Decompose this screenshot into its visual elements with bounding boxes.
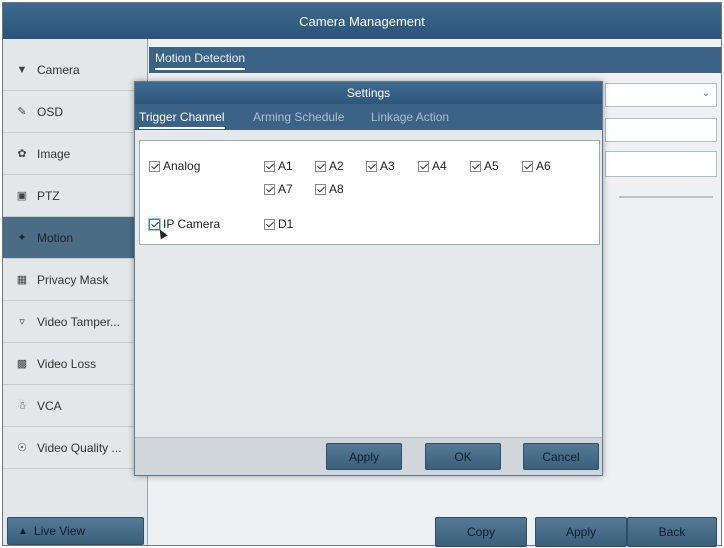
dialog-cancel-button[interactable]: Cancel [523,443,599,470]
channel-a8-checkbox[interactable]: A8 [315,182,344,196]
slider-track [619,196,713,198]
checkbox-label: A6 [536,159,551,173]
video-loss-icon: ▩ [16,358,28,370]
tab-arming-schedule[interactable]: Arming Schedule [253,110,344,124]
channel-a6-checkbox[interactable]: A6 [522,159,551,173]
sidebar-item-ptz[interactable]: ▣ PTZ [3,175,148,217]
copy-button[interactable]: Copy [435,517,527,547]
checkbox-box [148,217,161,231]
sidebar-item-video-tamper[interactable]: ▿ Video Tamper... [3,301,148,343]
video-quality-icon: ☉ [17,442,27,454]
ptz-icon: ▣ [16,190,28,202]
sidebar-item-camera[interactable]: ▼ Camera [3,49,148,91]
channel-a7-checkbox[interactable]: A7 [264,182,293,196]
channel-a2-checkbox[interactable]: A2 [315,159,344,173]
apply-button-label: Apply [565,525,597,539]
channel-a5-checkbox[interactable]: A5 [470,159,499,173]
sidebar-item-label: Image [37,146,71,161]
back-button[interactable]: Back [627,517,717,547]
tab-trigger-channel[interactable]: Trigger Channel [139,110,225,129]
checkbox-label: A8 [329,182,344,196]
window-title: Camera Management [299,13,425,29]
checkbox-label: A1 [278,159,293,173]
chevron-down-icon: ⌄ [701,88,710,99]
sidebar-item-privacy-mask[interactable]: ▦ Privacy Mask [3,259,148,301]
channel-d1-checkbox[interactable]: D1 [264,217,293,231]
apply-button[interactable]: Apply [535,517,627,547]
motion-icon: ✦ [17,232,27,244]
sidebar-item-label: VCA [37,398,62,413]
sidebar-item-label: Video Tamper... [37,314,120,329]
checkbox-box [470,160,481,172]
checkbox-box [264,183,275,195]
channel-a4-checkbox[interactable]: A4 [418,159,447,173]
camera-icon: ▼ [16,63,28,76]
sidebar-item-label: Video Quality ... [37,440,122,455]
checkbox-box [264,218,275,230]
tab-motion-detection[interactable]: Motion Detection [155,51,246,70]
tab-linkage-action[interactable]: Linkage Action [371,110,449,124]
checkbox-label: A7 [278,182,293,196]
dialog-title: Settings [346,86,391,100]
checkbox-label: D1 [278,217,294,231]
sidebar-item-label: Camera [37,62,80,77]
checkbox-box [149,160,160,172]
background-field[interactable] [605,151,717,177]
background-dropdown[interactable]: ⌄ [605,83,717,107]
checkbox-label: A4 [432,159,447,173]
image-icon: ✿ [17,148,27,160]
checkbox-box [366,160,377,172]
channel-a3-checkbox[interactable]: A3 [366,159,395,173]
dialog-tab-bar: Trigger Channel Arming Schedule Linkage … [135,104,602,130]
sidebar-item-vca[interactable]: ☃ VCA [3,385,148,427]
sidebar-item-label: Privacy Mask [37,272,109,287]
checkbox-box [315,160,326,172]
live-view-button[interactable]: ▲ Live View [7,517,144,545]
dialog-apply-button[interactable]: Apply [326,443,402,470]
sidebar-item-video-quality[interactable]: ☉ Video Quality ... [3,427,148,469]
sidebar-item-image[interactable]: ✿ Image [3,133,148,175]
window-title-bar: Camera Management [3,3,721,39]
checkbox-label: Analog [163,159,201,173]
trigger-channel-panel: Analog A1 A2 A3 A4 A5 A6 A7 A8 IP Camera… [139,140,600,245]
checkbox-label: A2 [329,159,344,173]
sidebar-item-label: OSD [37,104,64,119]
checkbox-box [522,160,533,172]
checkbox-label: A5 [484,159,499,173]
background-field[interactable] [605,118,717,142]
copy-button-label: Copy [466,525,495,539]
dialog-ok-label: OK [454,449,472,464]
dialog-cancel-label: Cancel [542,449,580,464]
checkbox-box [315,183,326,195]
osd-icon: ✎ [17,106,27,118]
sidebar-item-osd[interactable]: ✎ OSD [3,91,148,133]
settings-dialog: Settings Trigger Channel Arming Schedule… [134,81,603,476]
live-view-label: Live View [33,524,86,538]
analog-checkbox[interactable]: Analog [149,159,200,173]
checkbox-label: A3 [380,159,395,173]
main-tab-bar: Motion Detection [149,47,721,73]
dialog-apply-label: Apply [348,449,380,464]
video-tamper-icon: ▿ [19,316,25,328]
sidebar: ▼ Camera ✎ OSD ✿ Image ▣ PTZ ✦ Motion ▦ … [3,39,148,545]
privacy-mask-icon: ▦ [16,274,28,286]
checkbox-box [264,160,275,172]
sidebar-item-motion[interactable]: ✦ Motion [3,217,148,259]
sidebar-item-label: Video Loss [37,356,97,371]
dialog-title-bar: Settings [135,82,602,104]
sensitivity-slider[interactable] [619,191,713,203]
vca-icon: ☃ [17,400,27,412]
sidebar-item-label: Motion [37,230,74,245]
dialog-ok-button[interactable]: OK [425,443,501,470]
back-button-label: Back [658,525,686,539]
checkbox-box [418,160,429,172]
sidebar-item-video-loss[interactable]: ▩ Video Loss [3,343,148,385]
dialog-footer: Apply OK Cancel [135,437,602,475]
checkbox-label: IP Camera [163,217,221,231]
home-icon: ▲ [18,525,28,537]
sidebar-item-label: PTZ [37,188,60,203]
channel-a1-checkbox[interactable]: A1 [264,159,293,173]
